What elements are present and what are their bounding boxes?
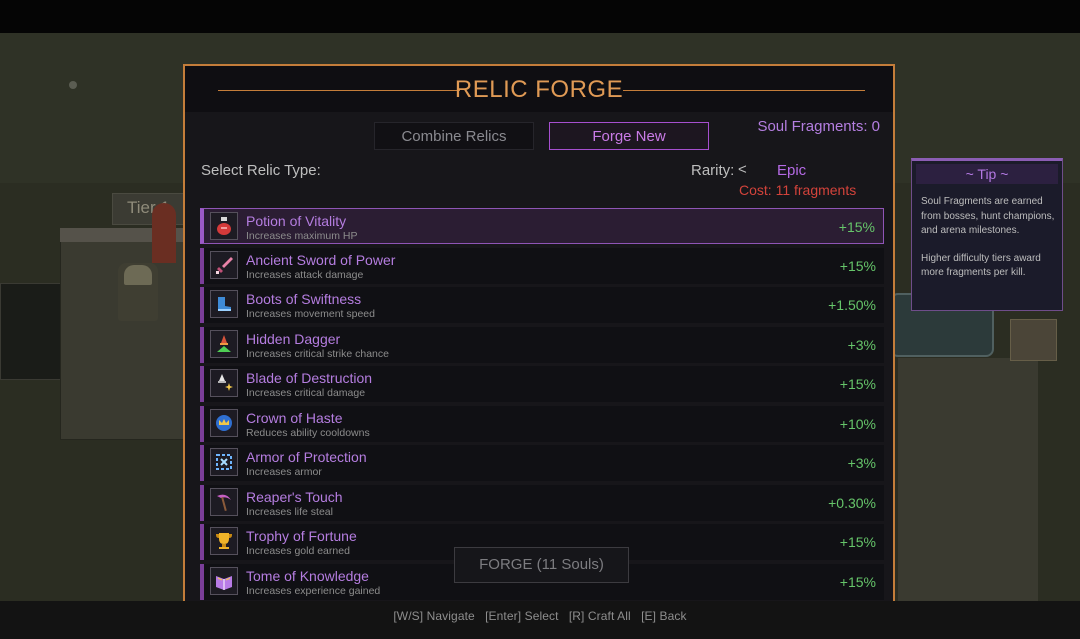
relic-name: Hidden Dagger (246, 330, 341, 347)
relic-description: Reduces ability cooldowns (246, 426, 370, 439)
relic-list: Potion of Vitality Increases maximum HP … (200, 208, 884, 601)
relic-name: Blade of Destruction (246, 370, 373, 386)
relic-row-2[interactable]: Boots of Swiftness Increases movement sp… (200, 287, 884, 323)
relic-row-3[interactable]: Hidden Dagger Increases critical strike … (200, 326, 884, 363)
relic-description: Increases life steal (246, 505, 333, 518)
relic-row-4[interactable]: Blade of Destruction Increases critical … (200, 366, 884, 402)
scene-statue (1010, 319, 1057, 361)
relic-name: Armor of Protection (246, 449, 367, 465)
blade-icon (210, 369, 238, 397)
relic-bonus: +3% (847, 336, 876, 353)
relic-name: Trophy of Fortune (246, 528, 357, 544)
relic-description: Increases critical strike chance (246, 347, 389, 360)
relic-bonus: +15% (838, 219, 875, 235)
relic-forge-panel: RELIC FORGE Combine Relics Forge New Sou… (183, 64, 895, 601)
boots-icon (210, 290, 238, 318)
page-title: RELIC FORGE (454, 76, 624, 103)
relic-name: Crown of Haste (246, 409, 343, 426)
relic-description: Increases movement speed (246, 308, 375, 320)
relic-bonus: +10% (839, 415, 876, 432)
relic-description: Increases experience gained (246, 584, 381, 597)
player-helmet (124, 265, 152, 285)
relic-bonus: +15% (839, 534, 876, 550)
relic-name: Tome of Knowledge (246, 567, 369, 584)
tab-combine-relics[interactable]: Combine Relics (374, 122, 534, 150)
relic-name: Reaper's Touch (246, 488, 343, 505)
tome-icon (210, 566, 238, 595)
relic-name: Ancient Sword of Power (246, 251, 396, 268)
relic-description: Increases critical damage (246, 387, 366, 399)
forge-button[interactable]: FORGE (11 Souls) (454, 547, 629, 583)
crown-icon (210, 408, 238, 437)
relic-row-7[interactable]: Reaper's Touch Increases life steal +0.3… (200, 484, 884, 521)
armor-icon (210, 448, 238, 476)
scythe-icon (210, 487, 238, 516)
relic-bonus: +15% (839, 257, 876, 274)
potion-icon (210, 212, 238, 240)
rarity-prev-button[interactable]: < (738, 161, 747, 178)
dagger-icon (210, 329, 238, 358)
rarity-label: Rarity: (691, 162, 735, 179)
tip-body: Soul Fragments are earned from bosses, h… (921, 195, 1059, 294)
trophy-icon (210, 527, 238, 555)
relic-row-5[interactable]: Crown of Haste Reduces ability cooldowns… (200, 405, 884, 442)
scene-torch (69, 81, 77, 89)
tip-title: ~ Tip ~ (965, 166, 1009, 182)
relic-bonus: +0.30% (828, 494, 876, 511)
controls-hint: [W/S] Navigate [Enter] Select [R] Craft … (393, 609, 687, 623)
tip-line: Higher difficulty tiers award more fragm… (921, 252, 1041, 279)
sword-icon (210, 250, 238, 279)
rarity-value[interactable]: Epic (777, 162, 806, 179)
relic-bonus: +15% (839, 573, 876, 590)
relic-description: Increases gold earned (246, 545, 350, 557)
relic-bonus: +15% (839, 376, 876, 392)
relic-name: Boots of Swiftness (246, 291, 362, 307)
relic-description: Increases armor (246, 466, 322, 478)
relic-description: Increases maximum HP (246, 230, 358, 242)
scene-dark-doorway (0, 283, 64, 380)
relic-row-1[interactable]: Ancient Sword of Power Increases attack … (200, 247, 884, 284)
tip-line: Soul Fragments are earned from bosses, h… (921, 196, 1055, 236)
relic-row-6[interactable]: Armor of Protection Increases armor +3% (200, 445, 884, 481)
soul-fragments-counter: Soul Fragments: 0 (757, 118, 880, 135)
scene-floor-right (898, 358, 1038, 601)
relic-bonus: +3% (847, 455, 876, 471)
relic-bonus: +1.50% (828, 297, 876, 313)
relic-name: Potion of Vitality (246, 213, 347, 229)
select-relic-type-label: Select Relic Type: (201, 162, 321, 179)
relic-description: Increases attack damage (246, 268, 364, 281)
scene-red-banner (152, 203, 176, 263)
tip-box: ~ Tip ~ Soul Fragments are earned from b… (911, 158, 1063, 311)
relic-row-0[interactable]: Potion of Vitality Increases maximum HP … (200, 208, 884, 244)
cost-label: Cost: 11 fragments (739, 182, 857, 198)
tab-forge-new[interactable]: Forge New (549, 122, 709, 150)
